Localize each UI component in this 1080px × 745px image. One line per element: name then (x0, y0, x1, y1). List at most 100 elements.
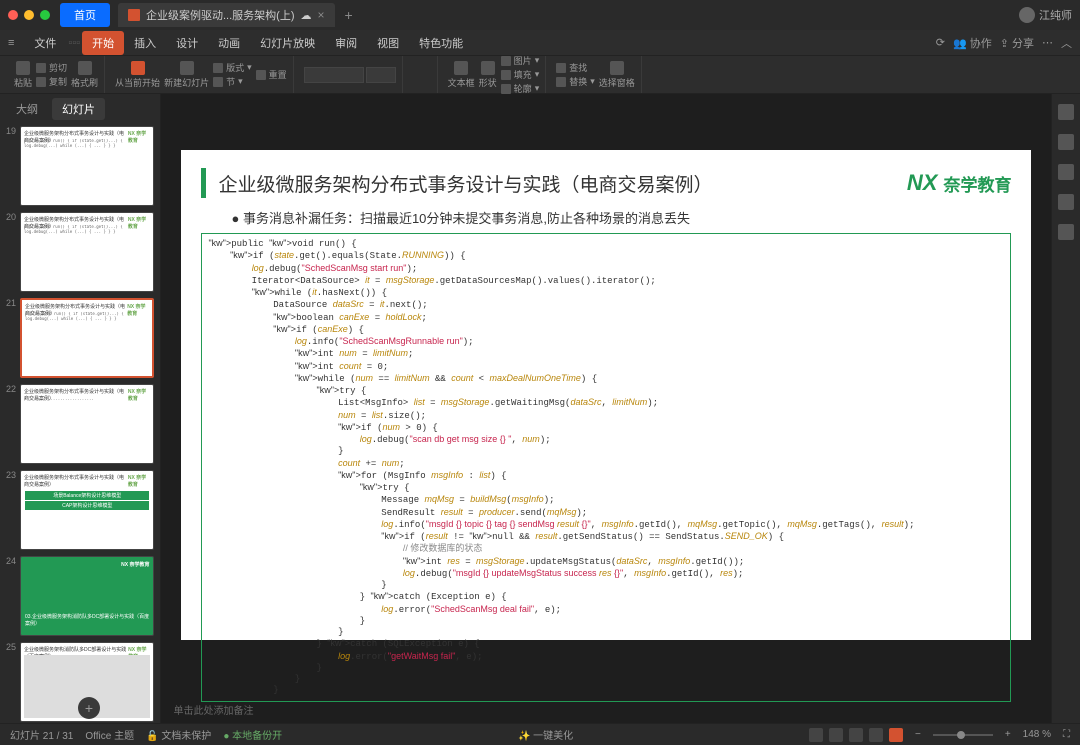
ppt-icon (128, 9, 140, 21)
collaborate-button[interactable]: 👥 协作 (953, 35, 992, 51)
more-tools-icon[interactable] (1058, 224, 1074, 240)
zoom-slider[interactable] (933, 734, 993, 736)
new-slide-button[interactable]: 新建幻灯片 (164, 61, 209, 89)
close-window[interactable] (8, 10, 18, 20)
slides-tab[interactable]: 幻灯片 (52, 98, 105, 120)
slide-thumbnail[interactable]: 企业级微服务架构分布式事务设计与实践（电商交易案例）NX 奈学教育public … (20, 212, 154, 292)
slide-thumb-19[interactable]: 19企业级微服务架构分布式事务设计与实践（电商交易案例）NX 奈学教育publi… (2, 126, 154, 206)
avatar-icon (1019, 7, 1035, 23)
window-controls (8, 10, 50, 20)
copy-button[interactable]: 复制 (36, 75, 67, 88)
paste-button[interactable]: 粘贴 (14, 61, 32, 89)
main-area: 大纲 幻灯片 19企业级微服务架构分布式事务设计与实践（电商交易案例）NX 奈学… (0, 94, 1080, 723)
outline-tab[interactable]: 大纲 (6, 98, 48, 120)
cut-button[interactable]: 剪切 (36, 61, 67, 74)
right-toolbar (1051, 94, 1080, 723)
code-block: "kw">public "kw">void run() { "kw">if (s… (201, 233, 1011, 702)
slide-thumbnail[interactable]: 企业级微服务架构分布式事务设计与实践（电商交易案例）NX 奈学教育public … (20, 298, 154, 378)
slide-panel: 大纲 幻灯片 19企业级微服务架构分布式事务设计与实践（电商交易案例）NX 奈学… (0, 94, 161, 723)
add-slide-button[interactable]: + (78, 697, 100, 719)
replace-button[interactable]: 替换 ▾ (556, 75, 595, 88)
maximize-window[interactable] (40, 10, 50, 20)
edit-group: 查找 替换 ▾ 选择窗格 (550, 56, 642, 93)
slide-thumbnail[interactable]: NX 奈学教育03.企业级微服务架构消防队多DC部署设计与实践（百度案例） (20, 556, 154, 636)
menu-special[interactable]: 特色功能 (409, 31, 473, 55)
properties-icon[interactable] (1058, 104, 1074, 120)
protect-status[interactable]: 🔓 文档未保护 (146, 727, 211, 742)
slide-list[interactable]: 19企业级微服务架构分布式事务设计与实践（电商交易案例）NX 奈学教育publi… (0, 124, 160, 723)
image-button[interactable]: 图片 ▾ (501, 54, 540, 67)
animation-icon[interactable] (1058, 134, 1074, 150)
slide-thumbnail[interactable]: 企业级微服务架构分布式事务设计与实践（电商交易案例）NX 奈学教育public … (20, 126, 154, 206)
select-pane-button[interactable]: 选择窗格 (599, 61, 635, 89)
canvas-wrap: 企业级微服务架构分布式事务设计与实践（电商交易案例） NX 奈学教育 事务消息补… (161, 94, 1051, 723)
close-tab-icon[interactable]: × (318, 8, 325, 22)
statusbar: 幻灯片 21 / 31 Office 主题 🔓 文档未保护 ● 本地备份开 ✨ … (0, 723, 1080, 745)
slide-thumbnail[interactable]: 企业级微服务架构分布式事务设计与实践（电商交易案例）NX 奈学教育• .....… (20, 384, 154, 464)
fill-button[interactable]: 填充 ▾ (501, 68, 540, 81)
username: 江纯师 (1039, 7, 1072, 23)
home-tab[interactable]: 首页 (60, 3, 110, 27)
find-button[interactable]: 查找 (556, 61, 595, 74)
start-from-current-button[interactable]: 从当前开始 (115, 61, 160, 89)
slide-thumb-23[interactable]: 23企业级微服务架构分布式事务设计与实践（电商交易案例）NX 奈学教育场景Bal… (2, 470, 154, 550)
menu-slideshow[interactable]: 幻灯片放映 (250, 31, 325, 55)
menu-animation[interactable]: 动画 (208, 31, 250, 55)
slide-thumb-21[interactable]: 21企业级微服务架构分布式事务设计与实践（电商交易案例）NX 奈学教育publi… (2, 298, 154, 378)
view-reading-icon[interactable] (849, 728, 863, 742)
section-button[interactable]: 节 ▾ (213, 75, 252, 88)
transition-icon[interactable] (1058, 164, 1074, 180)
slide-group: 从当前开始 新建幻灯片 版式 ▾ 节 ▾ 重置 (109, 56, 294, 93)
zoom-in-icon[interactable]: + (1005, 729, 1011, 740)
view-normal-icon[interactable] (809, 728, 823, 742)
font-family-select[interactable] (304, 67, 364, 83)
fit-icon[interactable]: ⛶ (1063, 729, 1070, 740)
layout-button[interactable]: 版式 ▾ (213, 61, 252, 74)
backup-status[interactable]: ● 本地备份开 (223, 727, 282, 742)
app-menu-icon[interactable]: ≡ (8, 37, 14, 49)
beautify-button[interactable]: ✨ 一键美化 (518, 727, 573, 742)
slide-thumb-22[interactable]: 22企业级微服务架构分布式事务设计与实践（电商交易案例）NX 奈学教育• ...… (2, 384, 154, 464)
collapse-ribbon-icon[interactable]: ︿ (1061, 35, 1072, 51)
design-icon[interactable] (1058, 194, 1074, 210)
document-tab-title: 企业级案例驱动...服务架构(上) (146, 7, 295, 23)
document-tab[interactable]: 企业级案例驱动...服务架构(上) ☁ × (118, 3, 335, 27)
share-button[interactable]: ⇪ 分享 (1000, 35, 1034, 51)
brand-logo: NX 奈学教育 (907, 170, 1012, 196)
view-notes-icon[interactable] (869, 728, 883, 742)
slide-number: 20 (2, 212, 16, 292)
menu-review[interactable]: 审阅 (325, 31, 367, 55)
menu-start[interactable]: 开始 (82, 31, 124, 55)
format-painter-button[interactable]: 格式刷 (71, 61, 98, 89)
menu-insert[interactable]: 插入 (124, 31, 166, 55)
ribbon: 粘贴 剪切 复制 格式刷 从当前开始 新建幻灯片 版式 ▾ 节 ▾ 重置 文本框… (0, 56, 1080, 94)
slide-number: 22 (2, 384, 16, 464)
more-icon[interactable]: ⋯ (1042, 36, 1053, 49)
zoom-level[interactable]: 148 % (1023, 729, 1051, 740)
view-sorter-icon[interactable] (829, 728, 843, 742)
sync-icon[interactable]: ⟳ (936, 36, 945, 49)
logo-text: 奈学教育 (943, 171, 1011, 196)
menu-design[interactable]: 设计 (166, 31, 208, 55)
slide-canvas[interactable]: 企业级微服务架构分布式事务设计与实践（电商交易案例） NX 奈学教育 事务消息补… (161, 94, 1051, 696)
view-slideshow-icon[interactable] (889, 728, 903, 742)
menu-view[interactable]: 视图 (367, 31, 409, 55)
slide-thumb-20[interactable]: 20企业级微服务架构分布式事务设计与实践（电商交易案例）NX 奈学教育publi… (2, 212, 154, 292)
menubar: ≡ 文件 ▫▫▫ 开始 插入 设计 动画 幻灯片放映 审阅 视图 特色功能 ⟳ … (0, 30, 1080, 56)
textbox-button[interactable]: 文本框 (448, 61, 475, 89)
slide-bullet: 事务消息补漏任务：扫描最近10分钟未提交事务消息,防止各种场景的消息丢失 (231, 208, 1011, 227)
slide-title-row: 企业级微服务架构分布式事务设计与实践（电商交易案例） NX 奈学教育 (201, 168, 1011, 198)
theme-label[interactable]: Office 主题 (85, 727, 134, 742)
reset-button[interactable]: 重置 (256, 68, 287, 81)
shapes-button[interactable]: 形状 (479, 61, 497, 89)
font-size-select[interactable] (366, 67, 396, 83)
zoom-out-icon[interactable]: − (915, 729, 921, 740)
user-area[interactable]: 江纯师 (1019, 7, 1072, 23)
slide-thumbnail[interactable]: 企业级微服务架构分布式事务设计与实践（电商交易案例）NX 奈学教育场景Balan… (20, 470, 154, 550)
slide-number: 24 (2, 556, 16, 636)
add-tab-button[interactable]: + (345, 7, 353, 23)
minimize-window[interactable] (24, 10, 34, 20)
menu-file[interactable]: 文件 (24, 31, 66, 55)
slide-panel-tabs: 大纲 幻灯片 (0, 94, 160, 124)
slide-thumb-24[interactable]: 24NX 奈学教育03.企业级微服务架构消防队多DC部署设计与实践（百度案例） (2, 556, 154, 636)
